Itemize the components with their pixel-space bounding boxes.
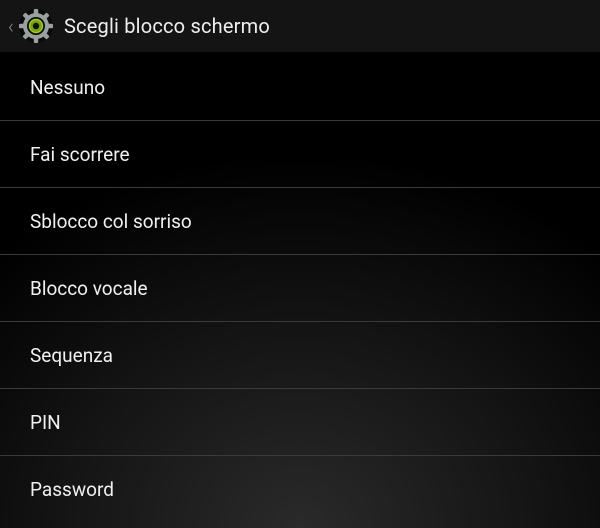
settings-gear-icon: [16, 6, 56, 46]
option-pin[interactable]: PIN: [0, 389, 600, 456]
option-voice-unlock[interactable]: Blocco vocale: [0, 255, 600, 322]
option-slide[interactable]: Fai scorrere: [0, 121, 600, 188]
option-password[interactable]: Password: [0, 456, 600, 523]
back-caret-icon: ‹: [4, 14, 16, 38]
option-label: Fai scorrere: [30, 143, 130, 166]
option-label: Sblocco col sorriso: [30, 210, 192, 233]
lock-options-list: Nessuno Fai scorrere Sblocco col sorriso…: [0, 54, 600, 523]
option-face-unlock[interactable]: Sblocco col sorriso: [0, 188, 600, 255]
option-pattern[interactable]: Sequenza: [0, 322, 600, 389]
option-none[interactable]: Nessuno: [0, 54, 600, 121]
action-bar[interactable]: ‹ Scegli blocco s: [0, 0, 600, 54]
option-label: Sequenza: [30, 344, 113, 367]
option-label: Nessuno: [30, 76, 105, 99]
page-title: Scegli blocco schermo: [64, 14, 270, 38]
option-label: Password: [30, 478, 114, 501]
option-label: PIN: [30, 411, 61, 434]
option-label: Blocco vocale: [30, 277, 148, 300]
